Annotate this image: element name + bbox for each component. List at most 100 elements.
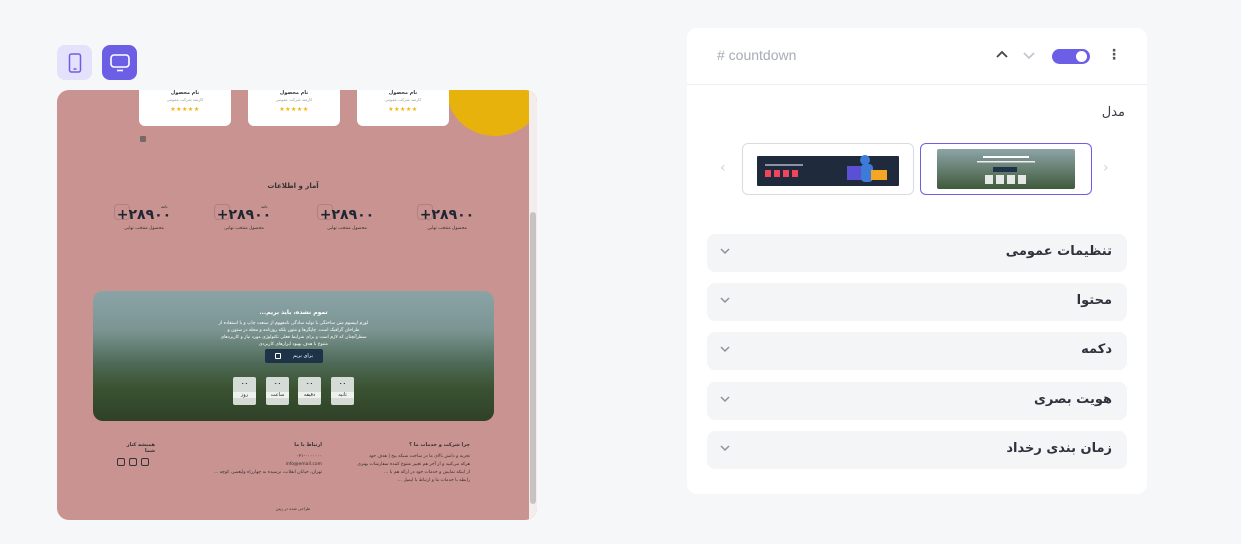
section-toggle[interactable] bbox=[1052, 49, 1090, 64]
toggle-knob bbox=[1076, 51, 1087, 62]
countdown-unit: ۰۰ دقیقه bbox=[298, 377, 321, 405]
countdown-section: تموم نشده، باید بریم... لورم ایپسوم متن … bbox=[93, 291, 494, 421]
footer-line: هرکه می‌کنید و از آخر هم تغییر متنوع کنن… bbox=[357, 462, 470, 467]
stat-label: محصول منتخب نهایی bbox=[427, 226, 467, 231]
card-subtitle: کارمند شرکت عمومی bbox=[275, 97, 313, 102]
accordion-event-schedule[interactable]: زمان بندی رخداد bbox=[707, 431, 1127, 469]
stat-item: +۲۸۹۰۰ محصول منتخب نهایی bbox=[312, 204, 382, 231]
model-thumbnail-dark bbox=[757, 155, 899, 186]
email-text: info@email.com bbox=[285, 462, 322, 467]
countdown-value: ۰۰ bbox=[273, 380, 282, 387]
chevron-down-icon bbox=[720, 346, 730, 353]
copyright-text: طراحی شده در ریتن bbox=[275, 506, 311, 511]
chevron-down-icon bbox=[720, 445, 730, 452]
countdown-value: ۰۰ bbox=[305, 380, 314, 387]
footer-title: ارتباط با ما bbox=[294, 442, 322, 448]
arrow-icon bbox=[275, 353, 282, 359]
accordion-visual-identity[interactable]: هویت بصری bbox=[707, 382, 1127, 420]
product-card: نام محصول کارمند شرکت عمومی ★★★★★ bbox=[357, 90, 449, 126]
chevron-up-icon[interactable] bbox=[995, 48, 1009, 62]
settings-panel: # countdown ⋮ مدل ‹ › تنظیمات عمومی محتو… bbox=[687, 28, 1147, 494]
star-rating: ★★★★★ bbox=[170, 106, 200, 113]
chevron-down-icon[interactable] bbox=[1022, 48, 1036, 62]
slider-dot-icon bbox=[140, 136, 146, 142]
countdown-heading: تموم نشده، باید بریم... bbox=[259, 309, 328, 316]
mobile-view-button[interactable] bbox=[57, 45, 92, 80]
countdown-text: لورم ایپسوم متن ساختگی با تولید سادگی نا… bbox=[218, 321, 369, 347]
accordion-general-settings[interactable]: تنظیمات عمومی bbox=[707, 234, 1127, 272]
page-preview: نام محصول کارمند شرکت عمومی ★★★★★ نام مح… bbox=[57, 90, 537, 520]
card-title: نام محصول bbox=[388, 90, 418, 96]
countdown-label: دقیقه bbox=[298, 392, 321, 398]
mobile-phone-icon bbox=[68, 52, 81, 73]
cta-label: برای بریم bbox=[293, 353, 313, 359]
carousel-prev-icon[interactable]: ‹ bbox=[720, 160, 726, 176]
card-title: نام محصول bbox=[170, 90, 200, 96]
card-subtitle: کارمند شرکت عمومی bbox=[384, 97, 422, 102]
desktop-view-button[interactable] bbox=[102, 45, 137, 80]
stats-title: آمار و اطلاعات bbox=[267, 182, 319, 190]
accordion-content[interactable]: محتوا bbox=[707, 283, 1127, 321]
telegram-icon[interactable] bbox=[117, 458, 125, 466]
countdown-unit: ۰۰ ساعت bbox=[266, 377, 289, 405]
stat-label: محصول منتخب نهایی bbox=[124, 226, 164, 231]
stat-label: محصول منتخب نهایی bbox=[327, 226, 367, 231]
social-links bbox=[117, 458, 149, 466]
stat-item: +۲۸۹۰۰ محصول منتخب نهایی bbox=[412, 204, 482, 231]
footer-contact: ارتباط با ما ۰۲۱-۰۰۰۰۰۰۰ info@email.com … bbox=[197, 442, 322, 478]
footer-about: چرا شرکت و خدمات ما ؟ تجربه و دانش بالای… bbox=[325, 442, 470, 486]
countdown-label: ساعت bbox=[266, 392, 289, 398]
address-text: تهران، خیابان انقلاب، نرسیده به چهارراه … bbox=[213, 470, 322, 475]
bag-icon bbox=[417, 204, 433, 220]
model-option[interactable] bbox=[742, 143, 914, 195]
stat-tag: نامه bbox=[261, 204, 268, 209]
countdown-cta-button[interactable]: برای بریم bbox=[265, 349, 323, 363]
stat-item: نامه +۲۸۹۰۰ محصول منتخب نهایی bbox=[209, 204, 279, 231]
footer-title: همیشه کنار شما bbox=[126, 442, 155, 454]
footer-line: از اینکه نمایش و خدمات خود در ارائه هم ب… bbox=[384, 470, 470, 475]
stat-item: نامه +۲۸۹۰۰ محصول منتخب نهایی bbox=[109, 204, 179, 231]
countdown-label: روز bbox=[233, 392, 256, 398]
twitter-icon[interactable] bbox=[141, 458, 149, 466]
model-thumbnail-forest bbox=[937, 149, 1075, 189]
chevron-down-icon bbox=[720, 248, 730, 255]
accordion-label: هویت بصری bbox=[1033, 392, 1112, 407]
accordion-button[interactable]: دکمه bbox=[707, 332, 1127, 370]
card-title: نام محصول bbox=[279, 90, 309, 96]
chevron-down-icon bbox=[720, 297, 730, 304]
product-card: نام محصول کارمند شرکت عمومی ★★★★★ bbox=[248, 90, 340, 126]
countdown-value: ۰۰ bbox=[240, 380, 249, 387]
star-rating: ★★★★★ bbox=[388, 106, 418, 113]
model-option-selected[interactable] bbox=[920, 143, 1092, 195]
countdown-unit: ۰۰ ثانیه bbox=[331, 377, 354, 405]
model-label: مدل bbox=[1101, 105, 1125, 120]
decorative-blob bbox=[447, 90, 537, 136]
product-card: نام محصول کارمند شرکت عمومی ★★★★★ bbox=[139, 90, 231, 126]
more-options-icon[interactable]: ⋮ bbox=[1107, 48, 1121, 62]
chevron-down-icon bbox=[720, 396, 730, 403]
footer-line: رابطه با خدمات ما و ارتباط با ایمیل ... bbox=[397, 478, 470, 483]
card-subtitle: کارمند شرکت عمومی bbox=[166, 97, 204, 102]
footer-title: چرا شرکت و خدمات ما ؟ bbox=[409, 442, 470, 448]
accordion-label: زمان بندی رخداد bbox=[1006, 441, 1112, 456]
stat-tag: نامه bbox=[161, 204, 168, 209]
star-rating: ★★★★★ bbox=[279, 106, 309, 113]
countdown-label: ثانیه bbox=[331, 392, 354, 398]
accordion-label: تنظیمات عمومی bbox=[1005, 244, 1112, 259]
carousel-next-icon[interactable]: › bbox=[1103, 160, 1109, 176]
phone-text: ۰۲۱-۰۰۰۰۰۰۰ bbox=[296, 454, 322, 459]
instagram-icon[interactable] bbox=[129, 458, 137, 466]
stat-label: محصول منتخب نهایی bbox=[224, 226, 264, 231]
bag-icon bbox=[114, 204, 130, 220]
bag-icon bbox=[214, 204, 230, 220]
bag-icon bbox=[317, 204, 333, 220]
accordion-label: محتوا bbox=[1076, 293, 1112, 308]
desktop-monitor-icon bbox=[109, 53, 130, 71]
countdown-value: ۰۰ bbox=[338, 380, 347, 387]
accordion-label: دکمه bbox=[1081, 342, 1112, 357]
preview-scrollbar-thumb[interactable] bbox=[530, 212, 536, 504]
panel-header: # countdown ⋮ bbox=[687, 28, 1147, 85]
section-id-title: # countdown bbox=[717, 47, 797, 63]
footer-line: تجربه و دانش بالای ما در ساخت شبکه بیخ |… bbox=[368, 454, 470, 459]
countdown-unit: ۰۰ روز bbox=[233, 377, 256, 405]
